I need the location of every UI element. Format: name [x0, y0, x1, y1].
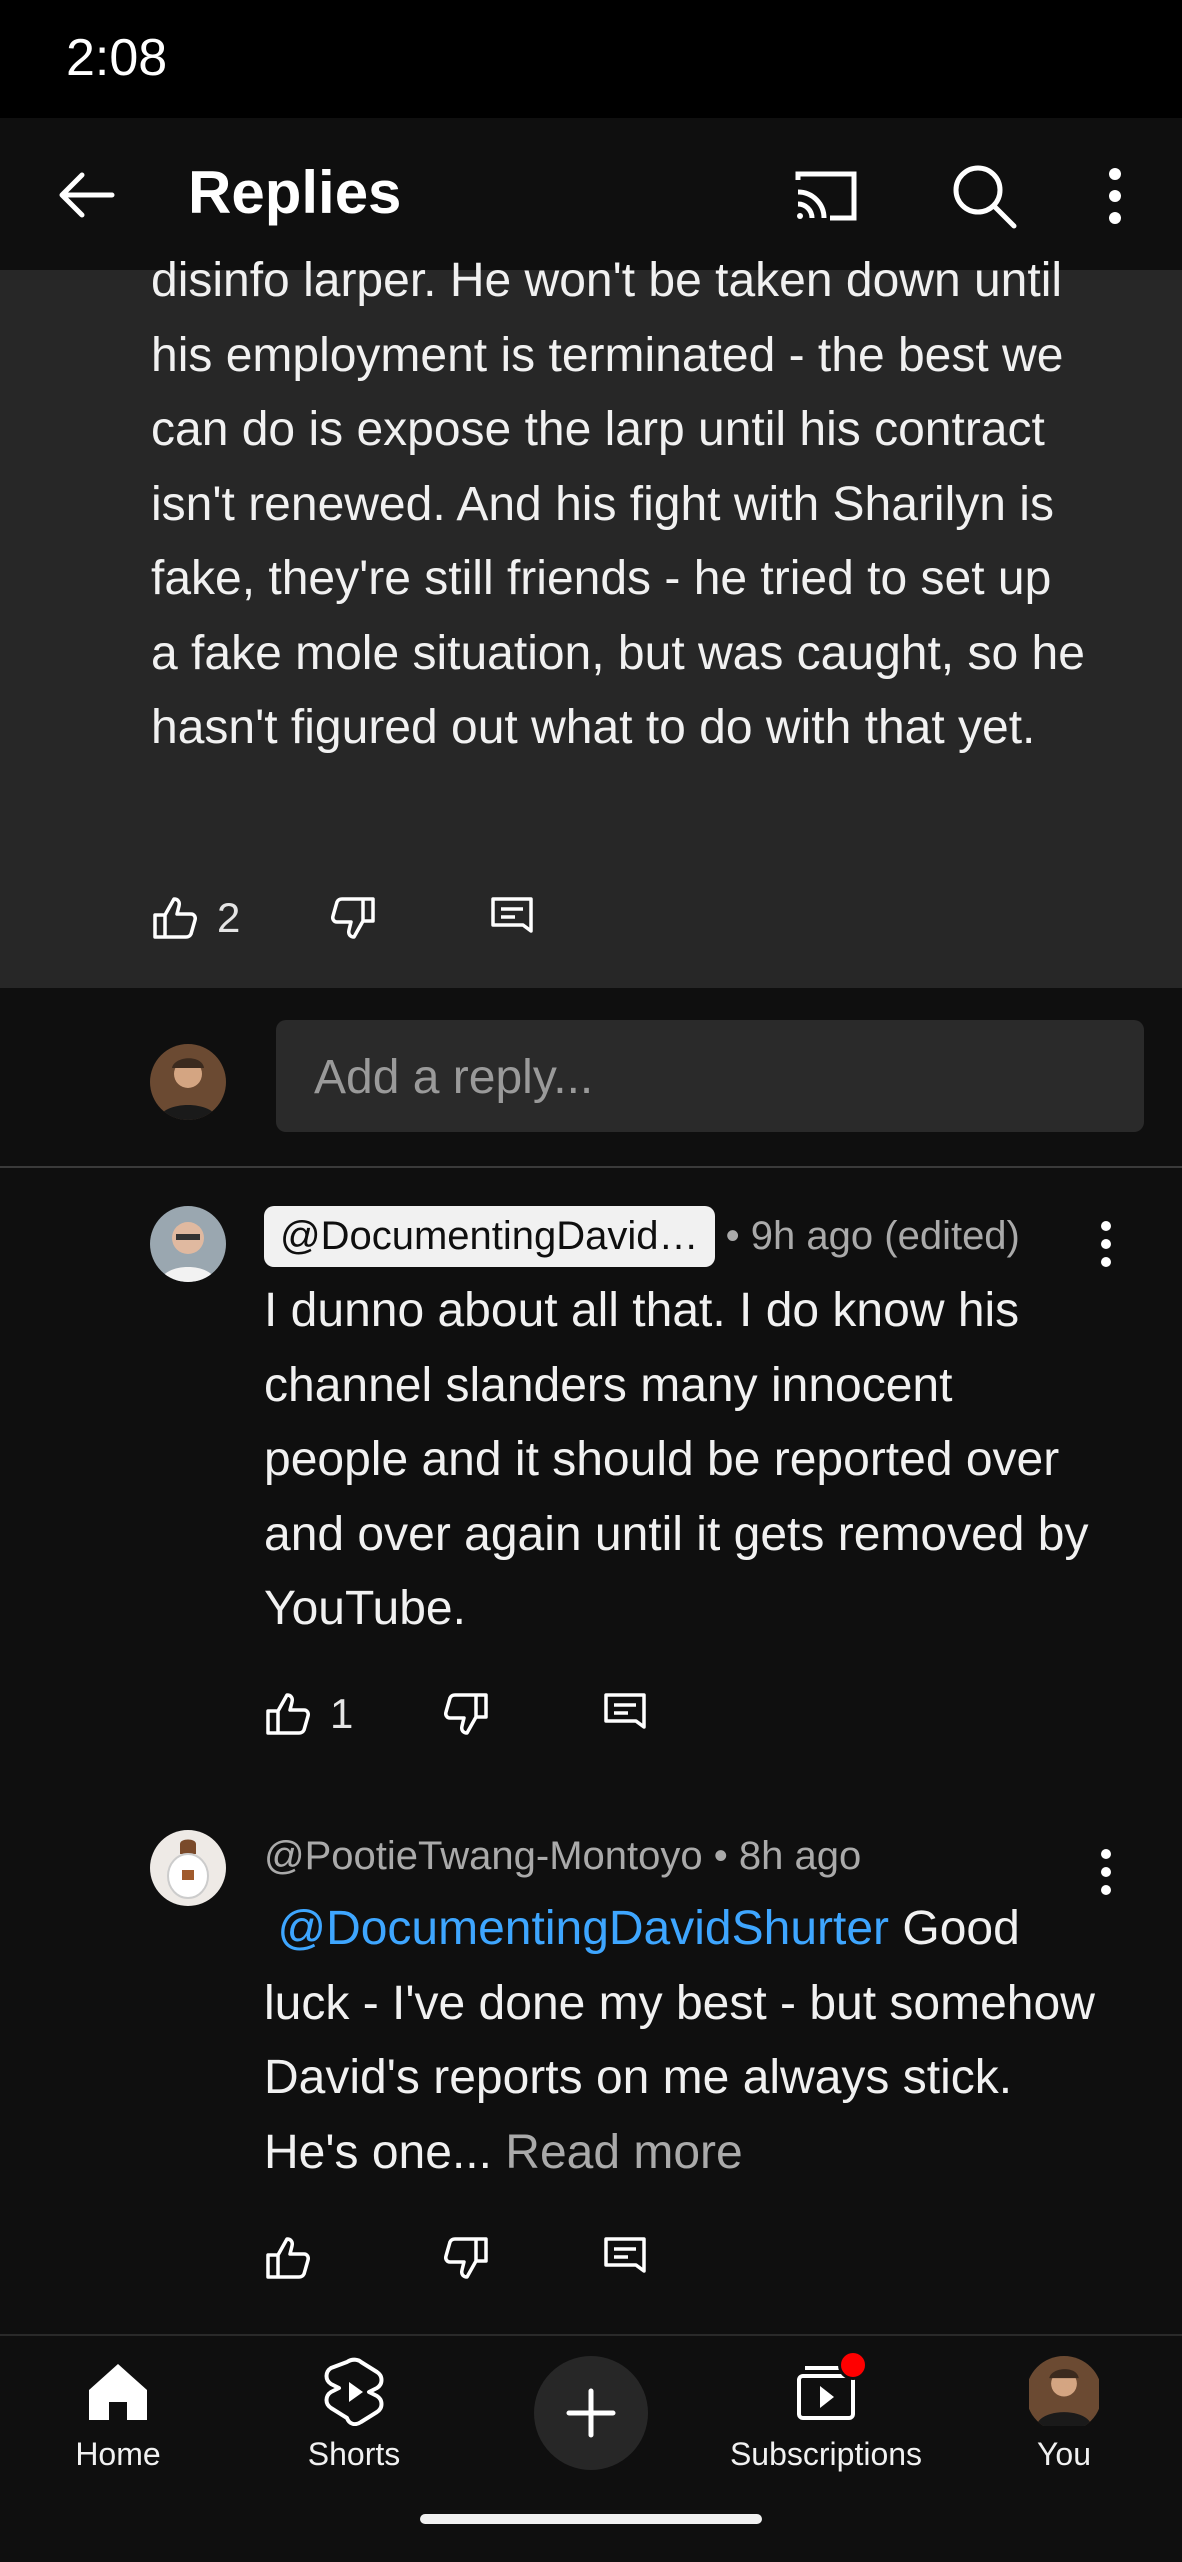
reply-input-placeholder: Add a reply...: [314, 1051, 594, 1104]
author-handle[interactable]: @PootieTwang-Montoyo: [264, 1834, 703, 1878]
cast-icon[interactable]: [790, 160, 862, 232]
parent-comment-text: disinfo larper. He won't be taken down u…: [151, 254, 1085, 754]
comment-icon: [604, 2237, 646, 2273]
reply-input[interactable]: Add a reply...: [276, 1020, 1144, 1132]
author-handle-chip[interactable]: @DocumentingDavid…: [264, 1206, 715, 1267]
plus-icon: [566, 2388, 616, 2438]
comment-actions: [264, 2228, 864, 2288]
reply-comment: @PootieTwang-Montoyo • 8h ago @Documenti…: [0, 1800, 1182, 2334]
thumbs-down-icon: [444, 1693, 488, 1735]
nav-shorts[interactable]: Shorts: [254, 2356, 454, 2473]
thumbs-up-icon: [266, 2237, 310, 2279]
status-bar: 2:08: [0, 0, 1182, 118]
page-title: Replies: [188, 159, 402, 226]
like-count: 2: [217, 894, 241, 941]
search-icon[interactable]: [948, 160, 1020, 232]
nav-subscriptions-label: Subscriptions: [729, 2436, 923, 2472]
mention-link[interactable]: @DocumentingDavidShurter: [277, 1902, 889, 1955]
reply-comment: @DocumentingDavid… • 9h ago (edited) I d…: [0, 1166, 1182, 1766]
nav-you-label: You: [1037, 2436, 1091, 2472]
reply-button[interactable]: [600, 1684, 650, 1744]
comment-more-icon[interactable]: [1092, 1214, 1120, 1274]
reply-button[interactable]: [600, 2228, 650, 2288]
avatar[interactable]: [150, 1830, 226, 1906]
nav-shorts-label: Shorts: [307, 2436, 401, 2472]
thumbs-up-icon: [266, 1693, 310, 1735]
nav-home-label: Home: [75, 2436, 161, 2472]
read-more-link[interactable]: Read more: [492, 2126, 742, 2179]
nav-you[interactable]: You: [964, 2356, 1164, 2473]
comment-meta: @DocumentingDavid… • 9h ago (edited): [264, 1206, 1020, 1267]
like-count: 1: [330, 1690, 354, 1737]
thumbs-down-icon: [444, 2237, 488, 2279]
like-button[interactable]: 2: [151, 888, 240, 948]
shorts-icon: [324, 2357, 384, 2426]
reply-button[interactable]: [487, 888, 537, 948]
comment-text: I dunno about all that. I do know his ch…: [264, 1284, 1089, 1635]
dislike-button[interactable]: [327, 888, 377, 948]
home-icon: [89, 2364, 147, 2420]
more-options-icon[interactable]: [1100, 160, 1130, 232]
like-button[interactable]: 1: [264, 1684, 353, 1744]
avatar: [1026, 2356, 1102, 2432]
comment-text: @DocumentingDavidShurter Good luck - I'v…: [264, 1892, 1104, 2190]
back-arrow-icon[interactable]: [52, 160, 122, 230]
avatar: [150, 1044, 226, 1120]
timestamp: • 9h ago (edited): [714, 1214, 1020, 1258]
timestamp: • 8h ago: [702, 1834, 862, 1878]
parent-comment: disinfo larper. He won't be taken down u…: [0, 254, 1182, 988]
create-button[interactable]: [534, 2356, 648, 2470]
notification-dot: [838, 2350, 868, 2380]
parent-comment-actions: 2: [151, 888, 751, 948]
reply-input-bar: Add a reply...: [0, 988, 1182, 1168]
comment-icon: [491, 897, 533, 933]
dislike-button[interactable]: [440, 1684, 490, 1744]
like-button[interactable]: [264, 2228, 330, 2288]
nav-subscriptions[interactable]: Subscriptions: [726, 2356, 926, 2473]
thumbs-down-icon: [331, 897, 375, 939]
nav-home[interactable]: Home: [18, 2356, 218, 2473]
bottom-navigation: Home Shorts Subscriptions You: [0, 2334, 1182, 2562]
dislike-button[interactable]: [440, 2228, 490, 2288]
status-time: 2:08: [66, 29, 168, 87]
comment-actions: 1: [264, 1684, 864, 1744]
avatar[interactable]: [150, 1206, 226, 1282]
home-indicator[interactable]: [420, 2514, 762, 2524]
comment-meta: @PootieTwang-Montoyo • 8h ago: [264, 1834, 861, 1879]
thumbs-up-icon: [153, 897, 197, 939]
comment-icon: [604, 1693, 646, 1729]
